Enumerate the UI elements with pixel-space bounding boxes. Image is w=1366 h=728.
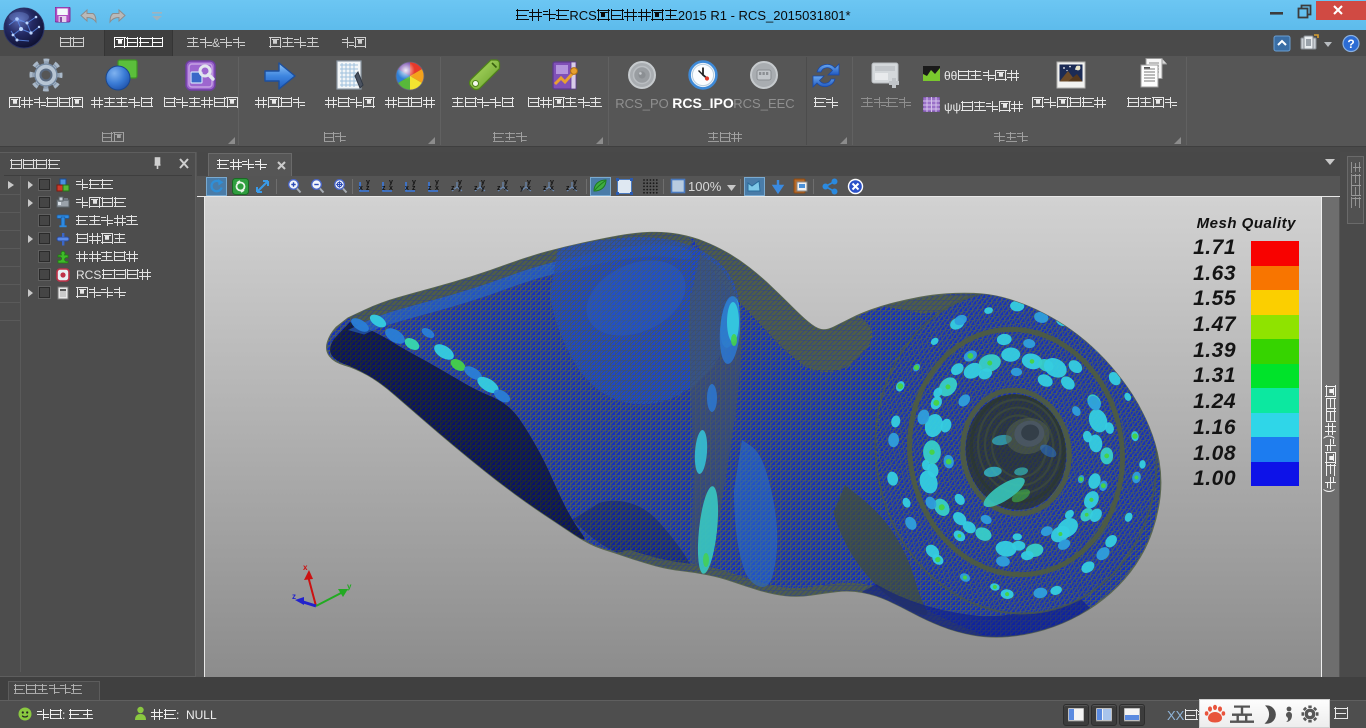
svg-text:y: y	[550, 179, 554, 186]
svg-text:y: y	[412, 179, 416, 186]
svg-text:z: z	[412, 185, 416, 192]
svg-text:y: y	[520, 185, 524, 192]
svg-text:x: x	[303, 563, 308, 572]
svg-text:y: y	[481, 185, 485, 192]
svg-text:y: y	[366, 179, 370, 186]
svg-text:?: ?	[1347, 37, 1354, 51]
svg-text:y: y	[458, 179, 462, 186]
svg-text:x: x	[550, 185, 554, 192]
svg-text:z: z	[451, 185, 455, 192]
svg-text:y: y	[389, 179, 393, 186]
svg-text:y: y	[573, 179, 577, 186]
svg-text:x: x	[504, 185, 508, 192]
svg-text:x: x	[389, 185, 393, 192]
svg-text:y: y	[347, 582, 352, 591]
svg-text:z: z	[428, 185, 432, 192]
svg-text:z: z	[497, 185, 501, 192]
svg-text:z: z	[474, 185, 478, 192]
svg-text:y: y	[527, 179, 531, 186]
svg-text:z: z	[543, 185, 547, 192]
svg-text:x: x	[359, 185, 363, 192]
svg-text:x: x	[527, 185, 531, 192]
svg-text:x: x	[573, 185, 577, 192]
svg-text:y: y	[435, 179, 439, 186]
svg-text:y: y	[481, 179, 485, 186]
svg-text:z: z	[292, 592, 296, 601]
svg-text:z: z	[366, 185, 370, 192]
svg-text:z: z	[566, 185, 570, 192]
svg-text:y: y	[458, 185, 462, 192]
svg-text:z: z	[382, 185, 386, 192]
svg-text:x: x	[435, 185, 439, 192]
svg-text:x: x	[405, 185, 409, 192]
svg-text:y: y	[504, 179, 508, 186]
